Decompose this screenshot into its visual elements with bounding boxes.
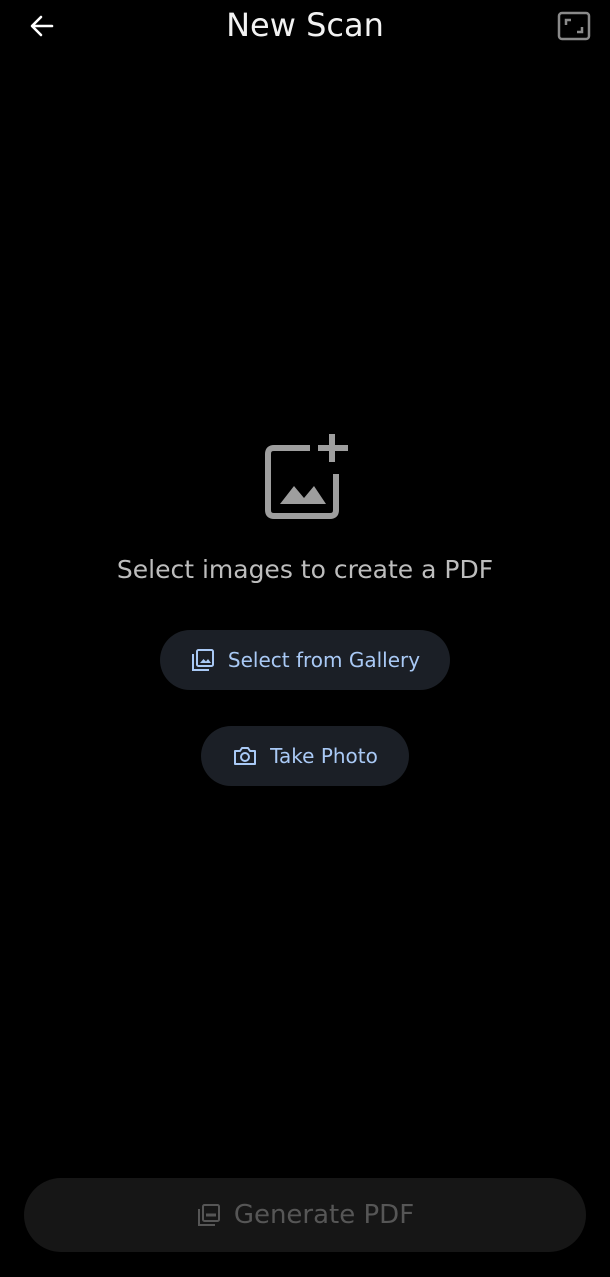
- pdf-icon: [196, 1202, 222, 1228]
- empty-state-message: Select images to create a PDF: [116, 555, 494, 584]
- generate-pdf-button[interactable]: Generate PDF: [24, 1178, 586, 1252]
- generate-pdf-label: Generate PDF: [233, 1200, 415, 1230]
- add-photo-icon: [262, 432, 352, 520]
- gallery-button-label: Select from Gallery: [227, 648, 421, 672]
- take-photo-button[interactable]: Take Photo: [201, 726, 409, 786]
- take-photo-label: Take Photo: [270, 744, 378, 768]
- top-bar: New Scan: [0, 0, 610, 52]
- select-from-gallery-button[interactable]: Select from Gallery: [160, 630, 450, 690]
- crop-frame-icon: [557, 11, 591, 41]
- gallery-icon: [190, 647, 216, 673]
- camera-icon: [232, 743, 258, 769]
- page-title: New Scan: [226, 6, 384, 44]
- fullscreen-button[interactable]: [552, 8, 596, 44]
